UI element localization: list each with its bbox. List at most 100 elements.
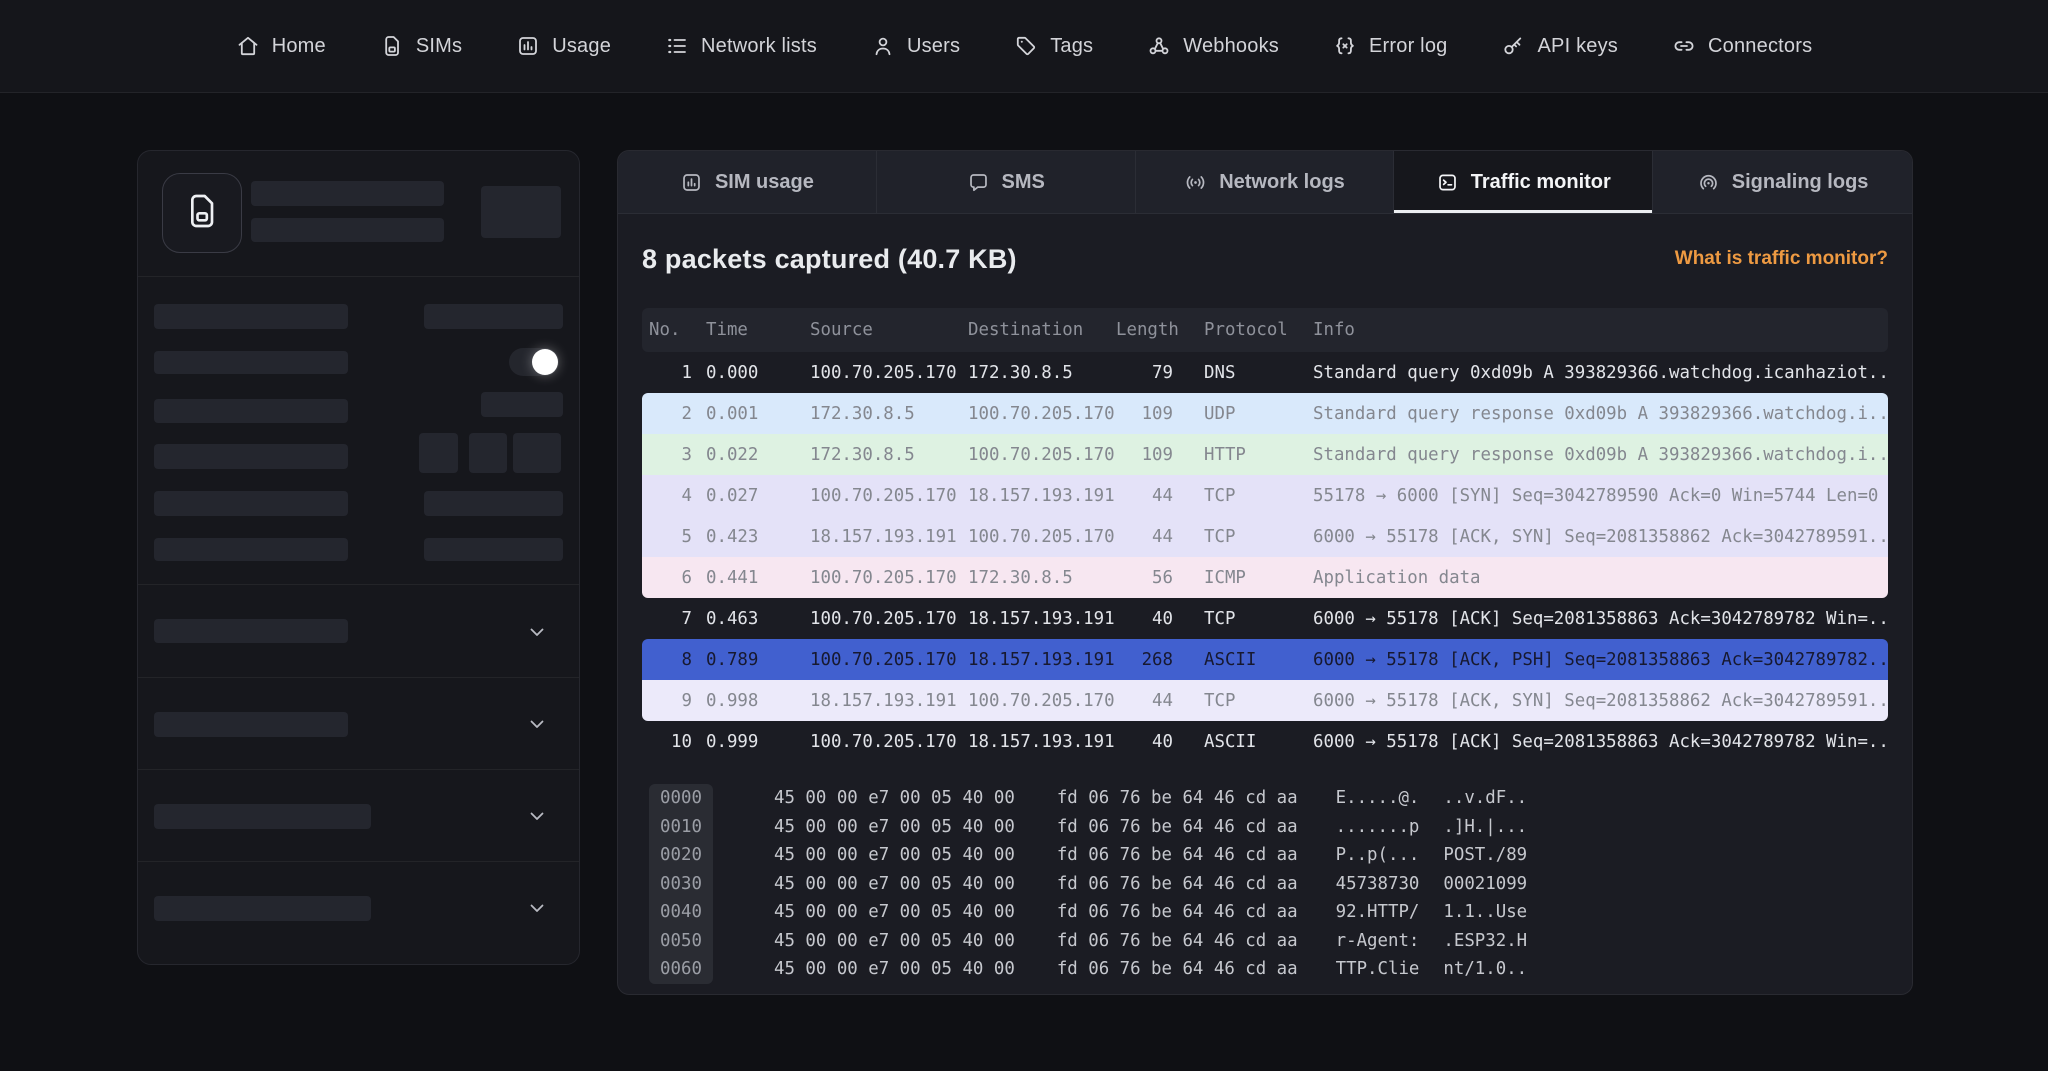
tab-sim-usage[interactable]: SIM usage [618, 151, 877, 213]
accordion-section-2[interactable] [138, 677, 579, 770]
skeleton-chip [469, 433, 507, 473]
cell-protocol: ICMP [1204, 567, 1246, 588]
column-header-destination: Destination [968, 320, 1084, 340]
cell-time: 0.027 [706, 485, 759, 506]
cell-length: 40 [1152, 608, 1173, 629]
packet-row-7[interactable]: 7 0.463 100.70.205.170 18.157.193.191 40… [642, 598, 1888, 639]
cell-no: 1 [681, 362, 692, 383]
hex-offset: 0010 [649, 812, 713, 841]
connector-icon [1672, 34, 1696, 58]
packet-row-10[interactable]: 10 0.999 100.70.205.170 18.157.193.191 4… [642, 721, 1888, 762]
hexdump-row: 0060 45 00 00 e7 00 05 40 00 fd 06 76 be… [642, 955, 1888, 984]
hex-ascii-1: P..p(... [1335, 845, 1420, 866]
nav-item-api-keys[interactable]: API keys [1501, 34, 1618, 58]
hex-ascii-2: .]H.|... [1443, 816, 1528, 837]
hex-bytes-1: 45 00 00 e7 00 05 40 00 [774, 902, 1015, 923]
hex-ascii-1: .......p [1335, 816, 1420, 837]
skeleton-chip [419, 433, 458, 473]
nav-item-users[interactable]: Users [871, 34, 960, 58]
accordion-section-4[interactable] [138, 861, 579, 954]
cell-time: 0.000 [706, 362, 759, 383]
hex-ascii-1: E.....@. [1335, 788, 1420, 809]
cell-length: 44 [1152, 526, 1173, 547]
packet-row-8-selected[interactable]: 8 0.789 100.70.205.170 18.157.193.191 26… [642, 639, 1888, 680]
nav-item-network-lists[interactable]: Network lists [665, 34, 817, 58]
skeleton-label [154, 304, 348, 329]
tab-signaling-logs[interactable]: Signaling logs [1653, 151, 1912, 213]
tab-network-logs[interactable]: Network logs [1135, 151, 1395, 213]
packet-table-body: 1 0.000 100.70.205.170 172.30.8.5 79 DNS… [642, 352, 1888, 762]
cell-length: 56 [1152, 567, 1173, 588]
skeleton-title-line [251, 181, 444, 206]
hex-bytes-1: 45 00 00 e7 00 05 40 00 [774, 788, 1015, 809]
cell-protocol: DNS [1204, 362, 1236, 383]
hex-ascii-2: POST./89 [1443, 845, 1528, 866]
hexdump-row: 0050 45 00 00 e7 00 05 40 00 fd 06 76 be… [642, 926, 1888, 955]
skeleton-label [154, 444, 348, 469]
sms-icon [967, 171, 990, 194]
tab-sms[interactable]: SMS [876, 151, 1136, 213]
traffic-monitor-icon [1436, 171, 1459, 194]
sim-icon-tile [162, 173, 242, 253]
traffic-help-link[interactable]: What is traffic monitor? [1675, 248, 1888, 270]
hex-offset: 0000 [649, 784, 713, 813]
skeleton-section-title [154, 896, 371, 921]
nav-item-home[interactable]: Home [236, 34, 326, 58]
toggle-switch[interactable] [509, 348, 559, 376]
nav-item-label: Usage [552, 34, 612, 57]
accordion-section-1[interactable] [138, 584, 579, 678]
chevron-down-icon[interactable] [525, 712, 549, 736]
cell-destination: 100.70.205.170 [968, 403, 1115, 424]
nav-item-label: Connectors [1708, 34, 1813, 57]
usage-icon [516, 34, 540, 58]
skeleton-section-title [154, 619, 348, 643]
hex-bytes-1: 45 00 00 e7 00 05 40 00 [774, 845, 1015, 866]
nav-item-error-log[interactable]: Error log [1333, 34, 1448, 58]
hex-offset: 0030 [649, 869, 713, 898]
nav-item-connectors[interactable]: Connectors [1672, 34, 1812, 58]
packet-row-1[interactable]: 1 0.000 100.70.205.170 172.30.8.5 79 DNS… [642, 352, 1888, 393]
error-log-icon [1333, 34, 1357, 58]
hexdump-row: 0010 45 00 00 e7 00 05 40 00 fd 06 76 be… [642, 812, 1888, 841]
column-header-time: Time [706, 320, 748, 340]
chevron-down-icon[interactable] [525, 896, 549, 920]
cell-time: 0.463 [706, 608, 759, 629]
hex-ascii-2: ..v.dF.. [1443, 788, 1528, 809]
cell-time: 0.999 [706, 731, 759, 752]
packet-row-9[interactable]: 9 0.998 18.157.193.191 100.70.205.170 44… [642, 680, 1888, 721]
cell-protocol: TCP [1204, 690, 1236, 711]
cell-length: 44 [1152, 485, 1173, 506]
hex-ascii-2: 00021099 [1443, 873, 1528, 894]
cell-no: 8 [681, 649, 692, 670]
nav-item-tags[interactable]: Tags [1014, 34, 1093, 58]
skeleton-section-title [154, 712, 348, 737]
nav-item-sims[interactable]: SIMs [380, 34, 462, 58]
packet-row-4[interactable]: 4 0.027 100.70.205.170 18.157.193.191 44… [642, 475, 1888, 516]
nav-item-label: SIMs [415, 34, 463, 57]
cell-protocol: UDP [1204, 403, 1236, 424]
packet-row-5[interactable]: 5 0.423 18.157.193.191 100.70.205.170 44… [642, 516, 1888, 557]
cell-length: 109 [1141, 444, 1173, 465]
nav-item-webhooks[interactable]: Webhooks [1147, 34, 1279, 58]
sim-details-card [137, 150, 580, 965]
tab-traffic-monitor[interactable]: Traffic monitor [1394, 151, 1654, 213]
packet-row-6[interactable]: 6 0.441 100.70.205.170 172.30.8.5 56 ICM… [642, 557, 1888, 598]
skeleton-label [154, 538, 348, 561]
sim-icon [380, 34, 404, 58]
cell-destination: 18.157.193.191 [968, 608, 1115, 629]
column-header-length: Length [1116, 320, 1179, 340]
hex-bytes-2: fd 06 76 be 64 46 cd aa [1056, 930, 1298, 951]
hex-bytes-2: fd 06 76 be 64 46 cd aa [1056, 816, 1298, 837]
cell-no: 6 [681, 567, 692, 588]
cell-source: 100.70.205.170 [810, 608, 957, 629]
cell-no: 2 [681, 403, 692, 424]
packet-row-2[interactable]: 2 0.001 172.30.8.5 100.70.205.170 109 UD… [642, 393, 1888, 434]
packet-row-3[interactable]: 3 0.022 172.30.8.5 100.70.205.170 109 HT… [642, 434, 1888, 475]
accordion-section-3[interactable] [138, 769, 579, 862]
cell-protocol: TCP [1204, 485, 1236, 506]
hex-ascii-1: TTP.Clie [1335, 959, 1420, 980]
chevron-down-icon[interactable] [525, 620, 549, 644]
chevron-down-icon[interactable] [525, 804, 549, 828]
cell-info: 6000 → 55178 [ACK, PSH] Seq=2081358863 A… [1313, 649, 1888, 670]
nav-item-usage[interactable]: Usage [516, 34, 611, 58]
